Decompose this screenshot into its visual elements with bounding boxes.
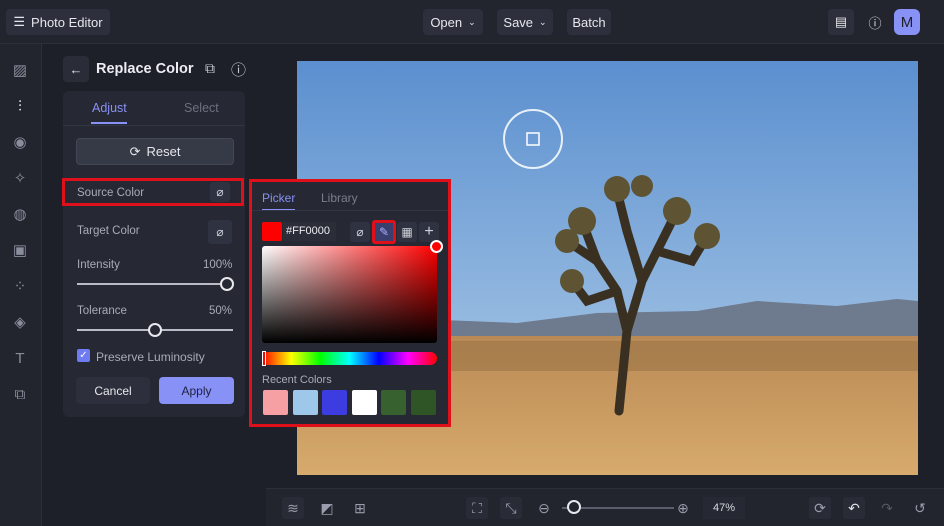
bottom-toolbar: ≋ ◩ ⊞ ⛶ ⤡ ⊖ ⊕ 47% ⟳ ↶ ↷ ↺ <box>266 488 944 526</box>
open-button[interactable]: Open ⌄ <box>423 9 483 35</box>
grid-view-icon[interactable]: ⊞ <box>349 497 371 519</box>
grid-icon[interactable]: ▦ <box>397 222 417 242</box>
back-button[interactable]: ← <box>63 56 89 82</box>
layers-icon[interactable]: ≋ <box>282 497 304 519</box>
recent-color-swatch[interactable] <box>263 390 288 415</box>
preserve-luminosity-label: Preserve Luminosity <box>96 350 205 364</box>
frame-icon[interactable]: ▣ <box>11 242 29 260</box>
divider <box>252 210 448 211</box>
actual-size-icon[interactable]: ⤡ <box>500 497 522 519</box>
recent-color-swatch[interactable] <box>381 390 406 415</box>
zoom-in-icon[interactable]: ⊕ <box>672 497 694 519</box>
tab-adjust[interactable]: Adjust <box>92 101 127 115</box>
adjust-icon[interactable]: ⫶ <box>11 98 29 116</box>
texture-icon[interactable]: ◈ <box>11 314 29 332</box>
tolerance-label: Tolerance <box>77 305 127 317</box>
zoom-out-icon[interactable]: ⊖ <box>533 497 555 519</box>
hamburger-icon: ☰ <box>13 14 26 29</box>
intensity-label: Intensity <box>77 259 120 271</box>
rotate-icon[interactable]: ⟳ <box>809 497 831 519</box>
hue-slider[interactable] <box>262 352 437 365</box>
intensity-slider-handle[interactable] <box>220 277 234 291</box>
history-icon[interactable]: ↺ <box>909 497 931 519</box>
apply-button[interactable]: Apply <box>159 377 234 404</box>
panel-title: Replace Color <box>96 61 194 77</box>
avatar[interactable]: M <box>894 9 920 35</box>
shapes-icon[interactable]: ⁘ <box>11 278 29 296</box>
saturation-area[interactable] <box>262 246 437 343</box>
overlay-icon[interactable]: ⧉ <box>11 386 29 404</box>
saturation-handle[interactable] <box>430 240 443 253</box>
redo-icon[interactable]: ↷ <box>876 497 898 519</box>
save-label: Save <box>503 14 534 30</box>
chevron-down-icon: ⌄ <box>539 16 547 27</box>
tab-indicator <box>91 122 127 124</box>
eye-icon[interactable]: ◉ <box>11 134 29 152</box>
hex-input[interactable]: #FF0000 <box>283 222 336 241</box>
palette-icon[interactable]: ◍ <box>11 206 29 224</box>
menu-button[interactable]: ☰ Photo Editor <box>6 9 110 35</box>
preserve-luminosity-checkbox[interactable]: ✓ <box>77 349 90 362</box>
info-icon[interactable]: ⓘ <box>231 59 246 80</box>
target-color-label: Target Color <box>77 225 140 237</box>
tab-picker[interactable]: Picker <box>262 191 295 205</box>
comments-icon[interactable]: ▤ <box>828 9 854 35</box>
top-bar: ☰ Photo Editor Open ⌄ Save ⌄ Batch ▤ ⓘ M <box>0 0 944 44</box>
compare-icon[interactable]: ◩ <box>316 497 338 519</box>
tab-library[interactable]: Library <box>321 191 358 205</box>
eyedropper-icon[interactable]: ✎ <box>372 220 396 244</box>
replace-color-panel: Adjust Select ⟳ Reset Source Color ⌀ Targ… <box>62 91 245 417</box>
source-color-row[interactable]: Source Color ⌀ <box>62 178 244 206</box>
recent-color-swatch[interactable] <box>292 390 318 415</box>
intensity-value[interactable]: 100% <box>203 259 232 271</box>
source-color-label: Source Color <box>77 187 145 199</box>
intensity-slider[interactable] <box>77 283 233 285</box>
refresh-icon: ⟳ <box>129 143 141 159</box>
save-button[interactable]: Save ⌄ <box>497 9 553 35</box>
zoom-slider-handle[interactable] <box>567 500 581 514</box>
tolerance-value[interactable]: 50% <box>203 305 232 317</box>
undo-icon[interactable]: ↶ <box>843 497 865 519</box>
copy-icon[interactable]: ⧉ <box>205 60 215 77</box>
recent-color-swatch[interactable] <box>410 390 436 415</box>
arrow-left-icon: ← <box>69 61 83 77</box>
current-color-swatch[interactable] <box>262 222 282 241</box>
batch-button[interactable]: Batch <box>567 9 611 35</box>
fit-screen-icon[interactable]: ⛶ <box>466 497 488 519</box>
app-title: Photo Editor <box>31 14 103 30</box>
help-icon[interactable]: ⓘ <box>862 9 888 35</box>
target-color-button[interactable]: ⌀ <box>208 220 232 244</box>
cancel-button[interactable]: Cancel <box>76 377 150 404</box>
image-icon[interactable]: ▨ <box>11 62 29 80</box>
no-color-icon[interactable]: ⌀ <box>350 222 370 242</box>
chevron-down-icon: ⌄ <box>468 16 476 27</box>
open-label: Open <box>430 14 463 30</box>
recent-colors-label: Recent Colors <box>262 374 332 386</box>
tolerance-slider-handle[interactable] <box>148 323 162 337</box>
plus-icon[interactable]: + <box>419 222 439 242</box>
no-color-icon[interactable]: ⌀ <box>210 182 230 202</box>
tab-select[interactable]: Select <box>184 101 219 115</box>
sparkle-icon[interactable]: ✧ <box>11 170 29 188</box>
reset-label: Reset <box>146 144 181 159</box>
hue-handle[interactable] <box>262 351 266 366</box>
tool-sidebar: ▨ ⫶ ◉ ✧ ◍ ▣ ⁘ ◈ T ⧉ <box>0 44 42 526</box>
divider <box>63 125 245 126</box>
recent-color-swatch[interactable] <box>322 390 347 415</box>
zoom-value[interactable]: 47% <box>703 497 745 519</box>
reset-button[interactable]: ⟳ Reset <box>76 138 234 165</box>
recent-color-swatch[interactable] <box>351 390 377 415</box>
text-icon[interactable]: T <box>11 350 29 368</box>
